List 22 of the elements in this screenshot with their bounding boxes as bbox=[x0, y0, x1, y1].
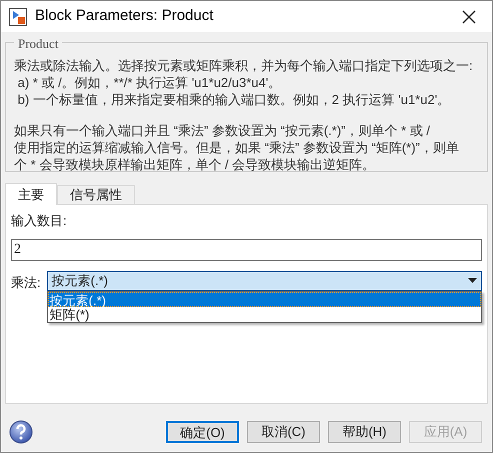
description-line: a) * 或 /。例如，**/* 执行运算 'u1*u2/u3*u4'。 bbox=[16, 74, 282, 91]
dialog-button[interactable]: 确定(O) bbox=[166, 421, 239, 443]
tab[interactable]: 主要 bbox=[5, 183, 57, 205]
description-line: 如果只有一个输入端口并且 “乘法” 参数设置为 “按元素(.*)”，则单个 * 或 / bbox=[14, 122, 430, 139]
help-icon[interactable] bbox=[9, 420, 33, 444]
block-icon bbox=[9, 8, 27, 26]
close-icon[interactable] bbox=[462, 10, 476, 24]
field-label: 乘法: bbox=[11, 274, 41, 292]
tab[interactable]: 信号属性 bbox=[57, 185, 135, 204]
dialog-button[interactable]: 帮助(H) bbox=[328, 421, 401, 443]
input-field[interactable]: 2 bbox=[11, 238, 482, 260]
description-line: 乘法或除法输入。选择按元素或矩阵乘积，并为每个输入端口指定下列选项之一: bbox=[14, 57, 473, 74]
description-line: b) 一个标量值，用来指定要相乘的输入端口数。例如，2 执行运算 'u1*u2'。 bbox=[16, 91, 450, 108]
description-line: 使用指定的运算缩减输入信号。但是，如果 “乘法” 参数设置为 “矩阵(*)”，则单 bbox=[14, 139, 459, 156]
window-title: Block Parameters: Product bbox=[35, 6, 214, 26]
field-label: 输入数目: bbox=[11, 212, 68, 230]
dropdown-option[interactable]: 矩阵(*) bbox=[48, 306, 481, 322]
dropdown-arrow-icon bbox=[468, 278, 477, 283]
dropdown[interactable]: 按元素(.*) bbox=[46, 270, 482, 290]
dialog-button[interactable]: 取消(C) bbox=[247, 421, 320, 443]
dropdown-option[interactable]: 按元素(.*) bbox=[48, 292, 481, 306]
description-line: 个 * 会导致模块原样输出矩阵，单个 / 会导致模块输出逆矩阵。 bbox=[14, 156, 376, 173]
